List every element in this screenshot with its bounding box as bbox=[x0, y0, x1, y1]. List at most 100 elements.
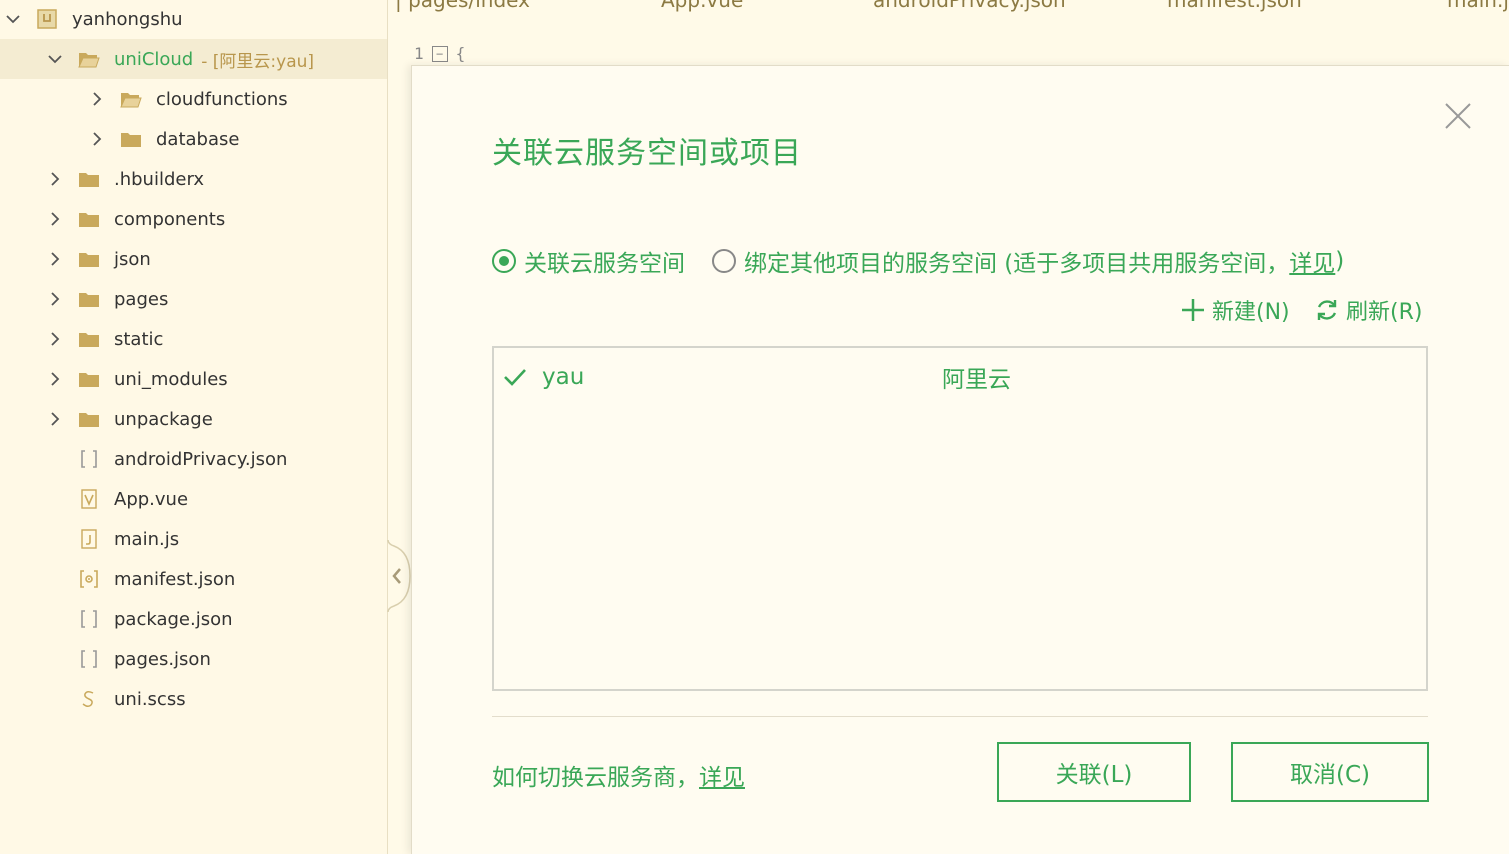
project-icon bbox=[36, 9, 58, 29]
cloud-space-provider: 阿里云 bbox=[942, 367, 1011, 393]
manifest-file-icon bbox=[78, 569, 100, 589]
refresh-button[interactable]: 刷新(R) bbox=[1314, 294, 1422, 326]
new-space-label: 新建(N) bbox=[1212, 300, 1290, 325]
tree-item-label: manifest.json bbox=[114, 568, 236, 590]
tree-item-label: uni.scss bbox=[114, 688, 186, 710]
chevron-right-icon[interactable] bbox=[46, 170, 64, 188]
cloud-space-row[interactable]: yau 阿里云 bbox=[494, 358, 1426, 396]
folder-icon bbox=[78, 289, 100, 309]
refresh-icon bbox=[1317, 300, 1337, 320]
editor-code-line: 1 − { bbox=[414, 44, 465, 63]
scss-file-icon bbox=[78, 689, 100, 709]
new-space-button[interactable]: 新建(N) bbox=[1180, 294, 1290, 326]
tree-item[interactable]: .hbuilderx bbox=[0, 159, 387, 199]
tree-item[interactable]: androidPrivacy.json bbox=[0, 439, 387, 479]
radio-link-cloud-space[interactable]: 关联云服务空间 bbox=[492, 244, 685, 278]
folder-icon bbox=[78, 169, 100, 189]
tree-item-label: components bbox=[114, 208, 226, 230]
tree-item[interactable]: cloudfunctions bbox=[0, 79, 387, 119]
code-text: { bbox=[455, 44, 466, 63]
tree-item-label: cloudfunctions bbox=[156, 88, 288, 110]
line-number: 1 bbox=[414, 44, 424, 63]
chevron-right-icon[interactable] bbox=[46, 330, 64, 348]
tree-item-label: pages.json bbox=[114, 648, 211, 670]
json-file-icon bbox=[78, 649, 100, 669]
tree-item[interactable]: main.js bbox=[0, 519, 387, 559]
tree-item-label: database bbox=[156, 128, 240, 150]
vue-file-icon bbox=[78, 489, 100, 509]
tree-item[interactable]: json bbox=[0, 239, 387, 279]
chevron-right-icon[interactable] bbox=[46, 290, 64, 308]
tree-item-label: unpackage bbox=[114, 408, 213, 430]
js-file-icon bbox=[78, 529, 100, 549]
plus-icon bbox=[1182, 299, 1204, 321]
folder-icon bbox=[78, 369, 100, 389]
project-explorer: yanhongshu uniCloud - [阿里云:yau] cloudfuncti… bbox=[0, 0, 388, 854]
tab-android-privacy-json[interactable]: androidPrivacy.json bbox=[873, 0, 1066, 12]
tree-item[interactable]: pages bbox=[0, 279, 387, 319]
folder-icon bbox=[120, 129, 142, 149]
folder-icon bbox=[78, 249, 100, 269]
tab-pages-index[interactable]: | pages/index bbox=[395, 0, 530, 12]
chevron-right-icon[interactable] bbox=[46, 370, 64, 388]
chevron-right-icon[interactable] bbox=[46, 210, 64, 228]
tree-item[interactable]: database bbox=[0, 119, 387, 159]
tree-item-suffix: - [阿里云:yau] bbox=[201, 51, 315, 72]
cloud-space-name: yau bbox=[542, 364, 585, 390]
json-file-icon bbox=[78, 609, 100, 629]
tree-item[interactable]: manifest.json bbox=[0, 559, 387, 599]
json-file-icon bbox=[78, 449, 100, 469]
sidebar-collapse-handle[interactable] bbox=[380, 540, 414, 612]
tree-item[interactable]: components bbox=[0, 199, 387, 239]
cloud-space-list: yau 阿里云 bbox=[492, 346, 1428, 691]
radio-bind-other-project[interactable]: 绑定其他项目的服务空间 (适于多项目共用服务空间， 详见 ) bbox=[712, 244, 1344, 278]
tab-app-vue[interactable]: App.vue bbox=[661, 0, 743, 12]
tree-item[interactable]: App.vue bbox=[0, 479, 387, 519]
chevron-right-icon[interactable] bbox=[88, 130, 106, 148]
folder-icon bbox=[78, 409, 100, 429]
tree-item-label: .hbuilderx bbox=[114, 168, 205, 190]
chevron-down-icon[interactable] bbox=[46, 50, 64, 68]
radio-unchecked-icon bbox=[712, 249, 736, 273]
close-icon[interactable] bbox=[1442, 100, 1474, 132]
tree-item-label: static bbox=[114, 328, 164, 350]
radio-checked-icon bbox=[492, 249, 516, 273]
tree-item[interactable]: yanhongshu bbox=[0, 0, 387, 39]
fold-toggle-icon[interactable]: − bbox=[431, 45, 448, 62]
chevron-right-icon[interactable] bbox=[46, 410, 64, 428]
tree-item-label: uni_modules bbox=[114, 368, 228, 390]
folder-icon bbox=[78, 329, 100, 349]
tree-item[interactable]: uniCloud - [阿里云:yau] bbox=[0, 39, 387, 79]
dialog-divider bbox=[492, 716, 1428, 717]
tab-main-js[interactable]: main.js bbox=[1447, 0, 1509, 12]
chevron-right-icon[interactable] bbox=[46, 250, 64, 268]
open-folder-icon bbox=[78, 49, 100, 69]
associate-button[interactable]: 关联(L) bbox=[997, 742, 1191, 802]
radio-link-cloud-space-label: 关联云服务空间 bbox=[524, 251, 685, 277]
editor-tab-bar: | pages/index App.vue androidPrivacy.jso… bbox=[389, 0, 1509, 14]
tree-item-label: json bbox=[114, 248, 151, 270]
tree-item[interactable]: static bbox=[0, 319, 387, 359]
tree-item-label: yanhongshu bbox=[72, 8, 183, 30]
tree-item[interactable]: uni.scss bbox=[0, 679, 387, 719]
tree-item-label: package.json bbox=[114, 608, 233, 630]
dialog-title: 关联云服务空间或项目 bbox=[492, 136, 802, 171]
cancel-button[interactable]: 取消(C) bbox=[1231, 742, 1429, 802]
folder-icon bbox=[78, 209, 100, 229]
link-cloud-space-dialog: 关联云服务空间或项目 关联云服务空间 绑定其他项目的服务空间 (适于多项目共用服… bbox=[411, 65, 1509, 854]
tree-item-label: App.vue bbox=[114, 488, 189, 510]
refresh-label: 刷新(R) bbox=[1346, 300, 1423, 325]
switch-provider-details-link[interactable]: 详见 bbox=[699, 765, 745, 791]
tree-item[interactable]: package.json bbox=[0, 599, 387, 639]
tree-item[interactable]: unpackage bbox=[0, 399, 387, 439]
chevron-down-icon[interactable] bbox=[4, 10, 22, 28]
checkmark-icon bbox=[504, 369, 526, 386]
tab-manifest-json[interactable]: manifest.json bbox=[1167, 0, 1302, 12]
open-folder-icon bbox=[120, 89, 142, 109]
radio-bind-details-link[interactable]: 详见 bbox=[1289, 244, 1335, 278]
tree-item[interactable]: uni_modules bbox=[0, 359, 387, 399]
switch-provider-help: 如何切换云服务商，详见 bbox=[492, 758, 745, 792]
chevron-right-icon[interactable] bbox=[88, 90, 106, 108]
radio-bind-other-project-label: 绑定其他项目的服务空间 (适于多项目共用服务空间， bbox=[744, 251, 1290, 277]
tree-item[interactable]: pages.json bbox=[0, 639, 387, 679]
